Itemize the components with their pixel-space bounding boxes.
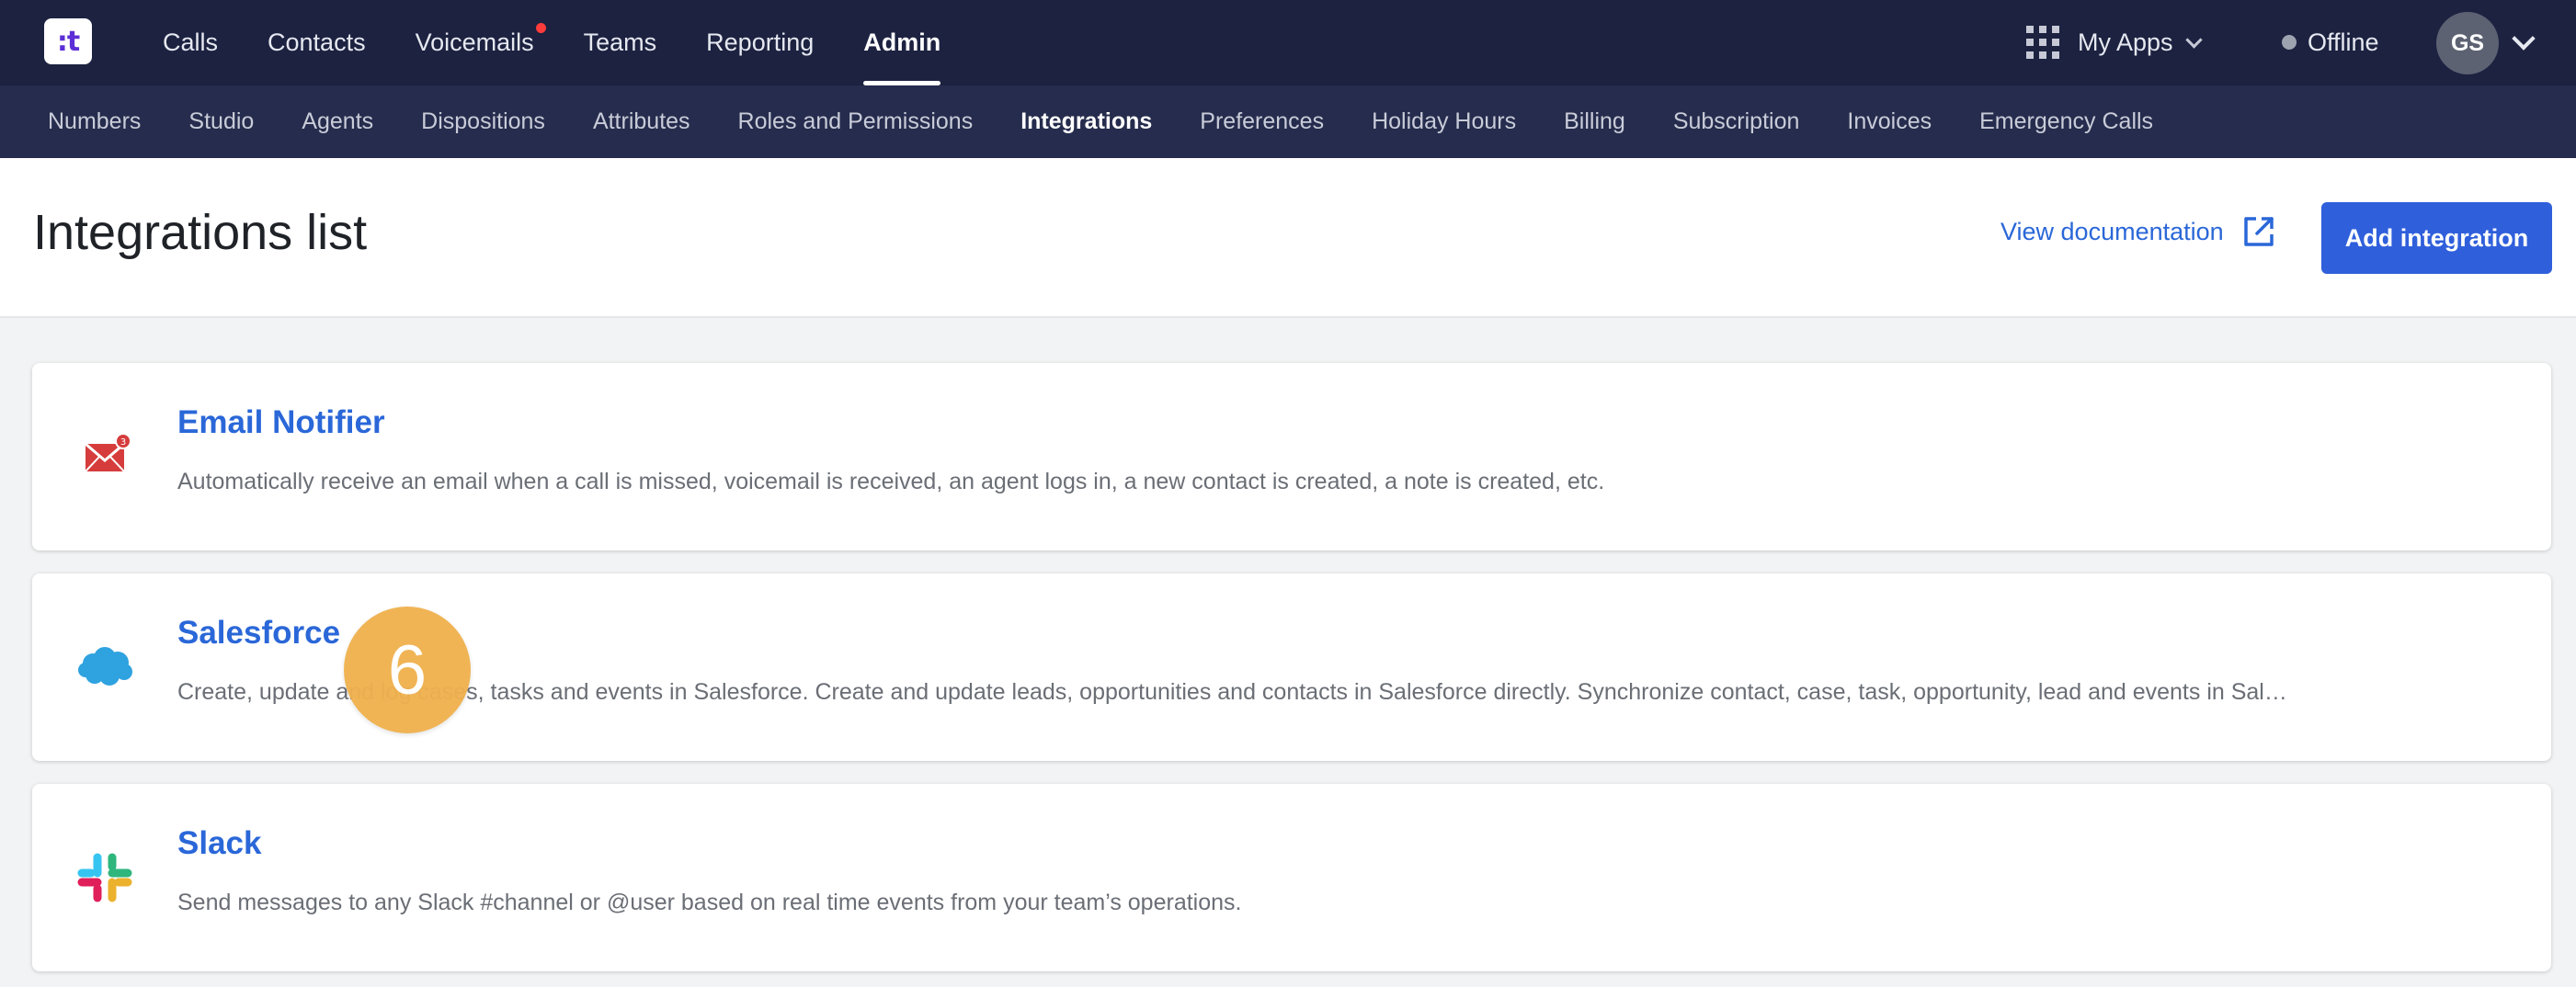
user-avatar[interactable]: GS	[2436, 12, 2499, 74]
my-apps-label: My Apps	[2078, 28, 2173, 56]
step-number-badge: 6	[344, 607, 471, 733]
subnav-item-invoices[interactable]: Invoices	[1823, 85, 1955, 158]
integration-title: Slack	[177, 825, 262, 861]
integration-description: Send messages to any Slack #channel or @…	[177, 890, 1242, 915]
view-documentation-label: View documentation	[2000, 217, 2224, 245]
salesforce-icon	[78, 647, 132, 686]
status-label: Offline	[2308, 28, 2379, 56]
nav-item-label: Reporting	[706, 28, 815, 56]
my-apps-menu[interactable]: My Apps	[2026, 20, 2203, 64]
nav-item-label: Calls	[163, 28, 219, 56]
agent-status-toggle[interactable]: Offline	[2282, 20, 2379, 64]
nav-item-contacts[interactable]: Contacts	[243, 0, 391, 85]
subnav-item-preferences[interactable]: Preferences	[1176, 85, 1348, 158]
subnav-item-billing[interactable]: Billing	[1540, 85, 1649, 158]
integration-card-slack[interactable]: Slack Send messages to any Slack #channe…	[32, 784, 2551, 971]
integration-description: Create, update and log cases, tasks and …	[177, 679, 2292, 705]
integration-description: Automatically receive an email when a ca…	[177, 469, 1605, 494]
integration-card-email-notifier[interactable]: 3 Email Notifier Automatically receive a…	[32, 363, 2551, 550]
apps-grid-icon	[2026, 26, 2059, 59]
email-notifier-icon: 3	[85, 433, 131, 472]
nav-item-reporting[interactable]: Reporting	[681, 0, 838, 85]
status-dot-icon	[2282, 35, 2297, 50]
page-title: Integrations list	[33, 205, 368, 260]
subnav-item-roles-permissions[interactable]: Roles and Permissions	[714, 85, 997, 158]
subnav-item-holiday-hours[interactable]: Holiday Hours	[1348, 85, 1540, 158]
top-nav: :t Calls Contacts Voicemails Teams Repor…	[0, 0, 2576, 85]
slack-icon	[77, 853, 132, 902]
nav-item-calls[interactable]: Calls	[138, 0, 243, 85]
subnav-item-subscription[interactable]: Subscription	[1649, 85, 1824, 158]
user-menu-chevron-down-icon[interactable]	[2512, 27, 2536, 51]
integration-title: Salesforce	[177, 615, 341, 651]
nav-item-voicemails[interactable]: Voicemails	[391, 0, 559, 85]
add-integration-button[interactable]: Add integration	[2321, 202, 2552, 274]
nav-item-admin[interactable]: Admin	[838, 0, 965, 85]
nav-item-teams[interactable]: Teams	[559, 0, 682, 85]
subnav-item-agents[interactable]: Agents	[278, 85, 397, 158]
app-logo[interactable]: :t	[44, 18, 92, 64]
nav-item-label: Teams	[583, 28, 657, 56]
chevron-down-icon	[2184, 30, 2203, 49]
subnav-item-studio[interactable]: Studio	[165, 85, 278, 158]
view-documentation-link[interactable]: View documentation	[2000, 213, 2277, 250]
admin-subnav: Numbers Studio Agents Dispositions Attri…	[0, 85, 2576, 158]
subnav-item-integrations[interactable]: Integrations	[997, 85, 1176, 158]
nav-item-label: Contacts	[268, 28, 366, 56]
external-link-icon	[2243, 217, 2274, 246]
notification-dot	[535, 23, 546, 33]
subnav-item-dispositions[interactable]: Dispositions	[397, 85, 569, 158]
nav-item-label: Admin	[863, 28, 941, 56]
integration-title: Email Notifier	[177, 404, 385, 440]
svg-text:3: 3	[120, 437, 126, 448]
page-header: Integrations list View documentation Add…	[0, 158, 2576, 318]
subnav-item-numbers[interactable]: Numbers	[24, 85, 165, 158]
subnav-item-emergency-calls[interactable]: Emergency Calls	[1955, 85, 2177, 158]
main-nav: Calls Contacts Voicemails Teams Reportin…	[138, 0, 965, 85]
subnav-item-attributes[interactable]: Attributes	[569, 85, 714, 158]
nav-item-label: Voicemails	[415, 28, 534, 56]
